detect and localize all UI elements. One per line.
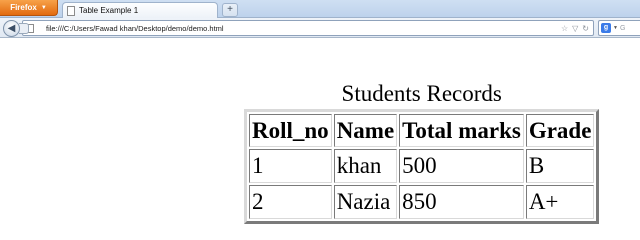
header-name: Name bbox=[333, 114, 398, 147]
page-content: Students Records Roll_no Name Total mark… bbox=[0, 39, 640, 224]
header-total-marks: Total marks bbox=[399, 114, 524, 147]
new-tab-button[interactable]: + bbox=[222, 3, 238, 17]
back-button[interactable]: ◀ bbox=[3, 20, 20, 37]
cell-grade: B bbox=[525, 149, 595, 183]
nav-bar: file:///C:/Users/Fawad khan/Desktop/demo… bbox=[0, 18, 640, 38]
table-caption: Students Records bbox=[341, 81, 502, 106]
header-roll-no: Roll_no bbox=[249, 114, 332, 147]
firefox-menu-label: Firefox bbox=[10, 3, 37, 12]
table-row: 1 khan 500 B bbox=[249, 149, 595, 183]
table-header-row: Roll_no Name Total marks Grade bbox=[249, 114, 595, 147]
tab-active[interactable]: Table Example 1 bbox=[62, 2, 218, 18]
tab-title: Table Example 1 bbox=[79, 6, 139, 15]
search-dropdown-icon[interactable]: ▼ bbox=[613, 25, 618, 31]
table-row: 2 Nazia 850 A+ bbox=[249, 185, 595, 219]
back-arrow-icon: ◀ bbox=[7, 23, 16, 34]
url-bar-actions: ☆ ▽ ↻ bbox=[561, 22, 589, 34]
header-grade: Grade bbox=[525, 114, 595, 147]
search-placeholder: G bbox=[619, 24, 626, 32]
cell-total-marks: 850 bbox=[399, 185, 524, 219]
firefox-menu-button[interactable]: Firefox ▼ bbox=[0, 0, 58, 16]
cell-grade: A+ bbox=[525, 185, 595, 219]
cell-roll-no: 1 bbox=[249, 149, 332, 183]
cell-name: Nazia bbox=[333, 185, 398, 219]
page-icon bbox=[67, 5, 75, 16]
url-bar[interactable]: file:///C:/Users/Fawad khan/Desktop/demo… bbox=[22, 20, 594, 36]
forward-button[interactable] bbox=[19, 23, 29, 34]
tab-strip: Firefox ▼ Table Example 1 + bbox=[0, 0, 640, 18]
chevron-down-icon: ▼ bbox=[40, 4, 47, 11]
url-text: file:///C:/Users/Fawad khan/Desktop/demo… bbox=[46, 23, 224, 33]
bookmark-star-icon[interactable]: ☆ bbox=[561, 24, 568, 33]
students-table: Students Records Roll_no Name Total mark… bbox=[244, 81, 600, 224]
cell-roll-no: 2 bbox=[249, 185, 332, 219]
cell-total-marks: 500 bbox=[399, 149, 524, 183]
dropdown-arrow-icon[interactable]: ▽ bbox=[572, 24, 578, 33]
search-box[interactable]: g ▼ G bbox=[598, 20, 640, 36]
cell-name: khan bbox=[333, 149, 398, 183]
google-search-icon: g bbox=[601, 23, 611, 33]
reload-icon[interactable]: ↻ bbox=[582, 24, 589, 33]
